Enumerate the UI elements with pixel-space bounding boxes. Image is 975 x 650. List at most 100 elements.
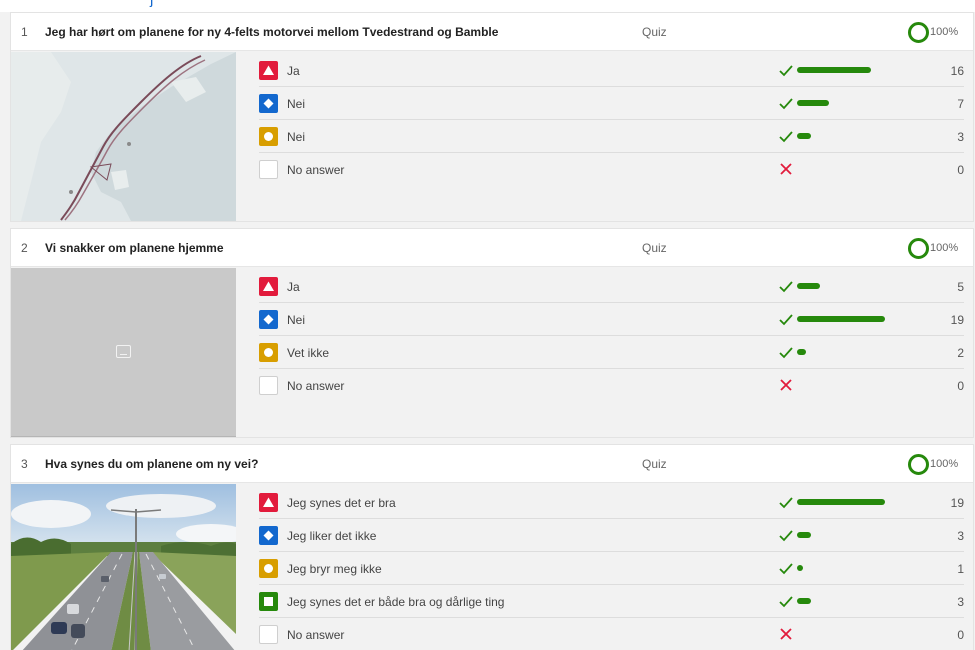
answer-text: Jeg liker det ikke — [287, 529, 377, 543]
check-icon — [777, 94, 795, 112]
question-image-map — [11, 52, 236, 221]
answer-text: Nei — [287, 130, 306, 144]
answer-count: 19 — [950, 313, 964, 327]
answer-row[interactable]: Nei 19 — [259, 303, 964, 336]
check-icon — [777, 127, 795, 145]
answer-count: 3 — [957, 130, 964, 144]
answer-row[interactable]: Ja 5 — [259, 270, 964, 303]
question-type: Quiz — [642, 457, 667, 471]
question-number: 2 — [21, 241, 28, 255]
progress-ring-icon — [908, 238, 929, 259]
empty-answer-box-icon — [259, 625, 278, 644]
answer-count: 19 — [950, 496, 964, 510]
answer-row[interactable]: No answer 0 — [259, 618, 964, 650]
circle-icon — [259, 127, 278, 146]
triangle-icon — [259, 61, 278, 80]
empty-answer-box-icon — [259, 160, 278, 179]
circle-icon — [259, 343, 278, 362]
check-icon — [777, 592, 795, 610]
empty-answer-box-icon — [259, 376, 278, 395]
answer-count: 0 — [957, 163, 964, 177]
question-card-1[interactable]: 1 Jeg har hørt om planene for ny 4-felts… — [10, 12, 974, 222]
answer-row[interactable]: Jeg synes det er bra 19 — [259, 486, 964, 519]
answer-row[interactable]: Jeg bryr meg ikke 1 — [259, 552, 964, 585]
question-title: Vi snakker om planene hjemme — [45, 241, 224, 255]
answer-row[interactable]: No answer 0 — [259, 369, 964, 402]
answer-count: 1 — [957, 562, 964, 576]
answer-count-bar — [797, 283, 820, 289]
answer-row[interactable]: Nei 3 — [259, 120, 964, 153]
answer-count: 0 — [957, 379, 964, 393]
answer-count-bar — [797, 532, 811, 538]
image-icon — [116, 345, 131, 358]
triangle-icon — [259, 277, 278, 296]
check-icon — [777, 493, 795, 511]
cross-icon — [777, 160, 795, 178]
answer-text: Vet ikke — [287, 346, 330, 360]
answer-row[interactable]: Jeg synes det er både bra og dårlige tin… — [259, 585, 964, 618]
answer-count: 0 — [957, 628, 964, 642]
progress-ring-icon — [908, 22, 929, 43]
question-title: Jeg har hørt om planene for ny 4-felts m… — [45, 25, 499, 39]
image-placeholder — [11, 268, 236, 437]
answer-count: 16 — [950, 64, 964, 78]
page-top-strip: j — [0, 0, 975, 12]
triangle-icon — [259, 493, 278, 512]
answer-count-bar — [797, 316, 885, 322]
answer-text: Ja — [287, 280, 300, 294]
check-icon — [777, 526, 795, 544]
answer-count-bar — [797, 349, 806, 355]
answer-count: 3 — [957, 595, 964, 609]
answer-count-bar — [797, 499, 885, 505]
check-icon — [777, 277, 795, 295]
answer-count-bar — [797, 598, 811, 604]
question-header[interactable]: 1 Jeg har hørt om planene for ny 4-felts… — [11, 13, 973, 51]
answer-count: 5 — [957, 280, 964, 294]
answer-count: 3 — [957, 529, 964, 543]
answered-percent: 100% — [930, 242, 959, 254]
answer-text: Nei — [287, 97, 306, 111]
question-header[interactable]: 2 Vi snakker om planene hjemme Quiz 100% — [11, 229, 973, 267]
question-image-highway — [11, 484, 236, 650]
answer-count-bar — [797, 67, 871, 73]
check-icon — [777, 310, 795, 328]
question-header[interactable]: 3 Hva synes du om planene om ny vei? Qui… — [11, 445, 973, 483]
answered-percent: 100% — [930, 458, 959, 470]
answer-row[interactable]: Vet ikke 2 — [259, 336, 964, 369]
answered-percent: 100% — [930, 26, 959, 38]
check-icon — [777, 61, 795, 79]
question-title: Hva synes du om planene om ny vei? — [45, 457, 259, 471]
question-number: 1 — [21, 25, 28, 39]
check-icon — [777, 559, 795, 577]
answer-row[interactable]: Ja 16 — [259, 54, 964, 87]
answer-count: 7 — [957, 97, 964, 111]
circle-icon — [259, 559, 278, 578]
diamond-icon — [259, 310, 278, 329]
clipped-heading-fragment: j — [150, 0, 153, 8]
answer-count: 2 — [957, 346, 964, 360]
question-number: 3 — [21, 457, 28, 471]
question-card-2[interactable]: 2 Vi snakker om planene hjemme Quiz 100%… — [10, 228, 974, 438]
answer-text: No answer — [287, 628, 345, 642]
answer-text: No answer — [287, 379, 345, 393]
answer-row[interactable]: Jeg liker det ikke 3 — [259, 519, 964, 552]
question-card-3[interactable]: 3 Hva synes du om planene om ny vei? Qui… — [10, 444, 974, 650]
highway-image — [11, 484, 236, 650]
answer-text: Ja — [287, 64, 300, 78]
answer-count-bar — [797, 565, 803, 571]
answer-text: Jeg synes det er bra — [287, 496, 396, 510]
diamond-icon — [259, 526, 278, 545]
diamond-icon — [259, 94, 278, 113]
map-image — [11, 52, 236, 221]
cross-icon — [777, 625, 795, 643]
check-icon — [777, 343, 795, 361]
answer-row[interactable]: No answer 0 — [259, 153, 964, 186]
answer-count-bar — [797, 133, 811, 139]
answer-count-bar — [797, 100, 829, 106]
answer-text: Jeg synes det er både bra og dårlige tin… — [287, 595, 505, 609]
cross-icon — [777, 376, 795, 394]
answer-text: Nei — [287, 313, 306, 327]
question-type: Quiz — [642, 241, 667, 255]
answer-text: No answer — [287, 163, 345, 177]
answer-row[interactable]: Nei 7 — [259, 87, 964, 120]
